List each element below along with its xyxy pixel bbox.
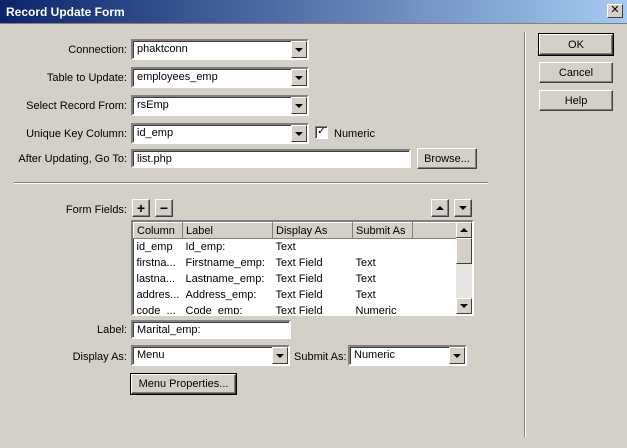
submit-as-select[interactable]: Numeric [348,345,467,366]
menu-properties-button[interactable]: Menu Properties... [130,373,237,395]
label-input[interactable]: Marital_emp: [131,320,291,339]
vertical-divider [524,32,526,437]
minus-icon: − [159,200,169,216]
cell-column: firstna... [136,256,176,269]
scroll-down-button[interactable] [456,298,472,314]
table-row[interactable]: code_... Code_emp: Text Field Numeric [134,303,457,316]
cell-display-as: Text Field [275,272,323,285]
move-down-button[interactable] [454,199,472,217]
cell-submit-as: Text [355,288,376,301]
close-button[interactable]: ✕ [607,4,623,18]
form-fields-label: Form Fields: [65,204,127,216]
connection-value: phaktconn [137,43,188,55]
connection-label: Connection: [68,44,127,56]
table-value: employees_emp [137,71,218,83]
unique-key-value: id_emp [137,127,174,139]
chevron-down-icon[interactable] [291,41,307,58]
cell-display-as: Text Field [275,256,323,269]
display-as-select[interactable]: Menu [131,345,290,366]
cell-display-as: Text Field [275,288,323,301]
column-header-label[interactable]: Label [182,222,273,239]
cell-submit-as: Numeric [355,304,397,316]
help-button[interactable]: Help [539,90,613,111]
arrow-down-icon [459,206,467,210]
display-as-label: Display As: [72,351,127,363]
cell-submit-as: Text [355,256,376,269]
chevron-down-icon[interactable] [272,347,288,364]
title-bar: Record Update Form ✕ [0,0,627,24]
select-record-value: rsEmp [137,99,169,111]
chevron-down-icon[interactable] [291,69,307,86]
form-fields-grid[interactable]: Column Label Display As Submit As id_emp… [131,220,474,316]
chevron-down-icon[interactable] [291,97,307,114]
grid-header-row: Column Label Display As Submit As [133,222,457,239]
cell-column: code_... [136,304,176,316]
cell-submit-as: Text [355,272,376,285]
close-icon: ✕ [610,4,620,16]
table-label: Table to Update: [46,72,127,84]
scroll-up-button[interactable] [456,222,472,238]
cell-display-as: Text Field [275,304,323,316]
submit-as-label: Submit As: [294,351,347,363]
arrow-up-icon [460,228,468,232]
chevron-down-icon[interactable] [291,125,307,142]
column-header-column[interactable]: Column [133,222,183,239]
table-row[interactable]: id_emp Id_emp: Text [134,239,457,255]
vertical-scrollbar[interactable] [456,222,472,314]
select-record-select[interactable]: rsEmp [131,95,309,116]
numeric-checkbox[interactable]: ✓ [315,126,328,139]
column-header-submit-as[interactable]: Submit As [352,222,413,239]
horizontal-divider [14,182,488,184]
unique-key-select[interactable]: id_emp [131,123,309,144]
column-header-display-as[interactable]: Display As [272,222,353,239]
cell-label: Firstname_emp: [185,256,265,269]
after-updating-input[interactable]: list.php [131,149,411,168]
unique-key-label: Unique Key Column: [26,128,127,140]
display-as-value: Menu [137,349,165,361]
table-select[interactable]: employees_emp [131,67,309,88]
cell-column: addres... [136,288,180,301]
after-updating-value: list.php [137,153,172,165]
connection-select[interactable]: phaktconn [131,39,309,60]
add-field-button[interactable]: + [132,199,150,217]
arrow-up-icon [436,206,444,210]
scroll-thumb[interactable] [456,238,472,264]
table-row[interactable]: addres... Address_emp: Text Field Text [134,287,457,303]
cell-column: id_emp [136,240,173,253]
numeric-label: Numeric [334,128,375,140]
move-up-button[interactable] [431,199,449,217]
arrow-down-icon [460,304,468,308]
remove-field-button[interactable]: − [155,199,173,217]
chevron-down-icon[interactable] [449,347,465,364]
table-row[interactable]: firstna... Firstname_emp: Text Field Tex… [134,255,457,271]
cell-label: Code_emp: [185,304,243,316]
column-header-filler [412,222,457,239]
cancel-button[interactable]: Cancel [539,62,613,83]
label-value: Marital_emp: [137,324,201,336]
browse-button[interactable]: Browse... [417,148,477,169]
cell-label: Lastname_emp: [185,272,265,285]
cell-label: Id_emp: [185,240,226,253]
cell-display-as: Text [275,240,296,253]
cell-label: Address_emp: [185,288,257,301]
after-updating-label: After Updating, Go To: [18,153,127,165]
cell-submit-as [353,239,413,255]
select-record-label: Select Record From: [26,100,127,112]
label-field-label: Label: [97,324,127,336]
cell-column: lastna... [136,272,176,285]
window-title: Record Update Form [6,5,125,19]
plus-icon: + [136,200,146,216]
ok-button[interactable]: OK [538,33,614,56]
submit-as-value: Numeric [354,349,395,361]
check-icon: ✓ [317,126,326,137]
table-row[interactable]: lastna... Lastname_emp: Text Field Text [134,271,457,287]
